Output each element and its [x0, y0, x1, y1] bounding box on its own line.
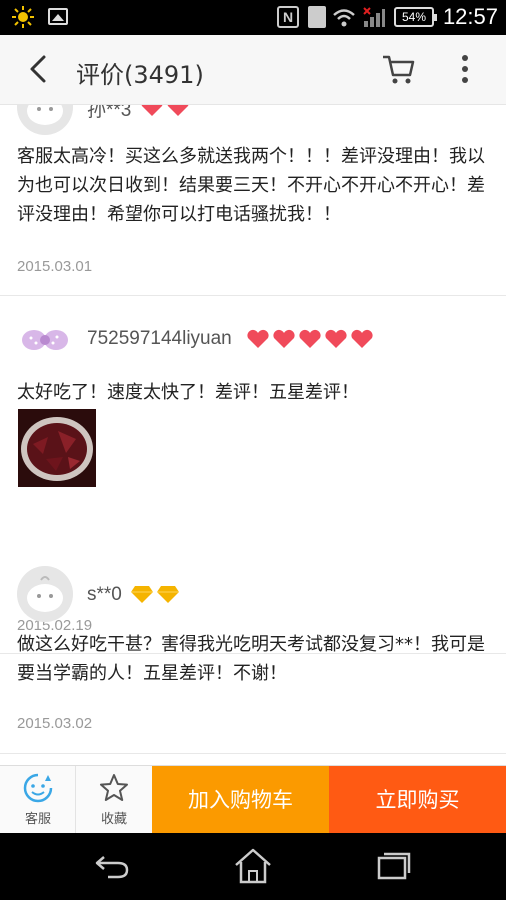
review-text: 客服太高冷！买这么多就送我两个！！！差评没理由！我以为也可以次日收到！结果要三天…	[17, 146, 485, 225]
review-text: 太好吃了！速度太快了！差评！五星差评！	[17, 382, 359, 403]
reviewer-level-badges	[130, 584, 180, 604]
add-to-cart-button[interactable]: 加入购物车	[152, 766, 329, 834]
nav-home-icon[interactable]	[232, 847, 274, 885]
brightness-icon	[12, 6, 34, 28]
divider	[0, 753, 506, 754]
divider	[0, 295, 506, 296]
status-bar: N 54% 12:57	[0, 0, 506, 35]
clock: 12:57	[442, 4, 498, 29]
star-icon	[100, 774, 128, 801]
favorite-label: 收藏	[100, 812, 127, 827]
nav-recent-apps-icon[interactable]	[374, 849, 414, 883]
avatar	[17, 566, 73, 622]
reviewer-level-badges	[140, 105, 190, 117]
heart-badge-icon	[325, 329, 347, 348]
heart-badge-icon	[141, 105, 163, 116]
review-date: 2015.03.01	[17, 258, 93, 275]
customer-service-icon	[23, 773, 53, 803]
page-title: 评价(3491)	[76, 61, 204, 89]
nfc-icon: N	[277, 6, 299, 28]
review-photo[interactable]	[18, 409, 96, 487]
sim-icon	[308, 6, 326, 28]
shopping-cart-icon[interactable]	[380, 51, 416, 87]
diamond-badge-icon	[157, 586, 179, 603]
review-date: 2015.03.02	[17, 715, 93, 732]
diamond-badge-icon	[131, 586, 153, 603]
signal-icon	[363, 7, 385, 27]
buy-now-button[interactable]: 立即购买	[329, 766, 506, 834]
reviewer-level-badges	[246, 329, 374, 349]
review-text: 做这么好吃干甚？害得我光吃明天考试都没复习**！我可是要当学霸的人！五星差评！不…	[17, 634, 485, 684]
avatar	[17, 312, 73, 368]
favorite-button[interactable]: 收藏	[76, 766, 152, 834]
more-options-icon[interactable]	[452, 51, 478, 87]
heart-badge-icon	[273, 329, 295, 348]
battery-indicator: 54%	[394, 7, 437, 27]
back-arrow-icon[interactable]	[22, 51, 58, 87]
heart-badge-icon	[299, 329, 321, 348]
wifi-icon	[333, 9, 355, 27]
app-header: 评价(3491)	[0, 35, 506, 105]
gallery-notification-icon	[48, 8, 68, 25]
reviewer-name: 孙**3	[87, 105, 132, 121]
customer-service-label: 客服	[24, 812, 51, 827]
reviewer-name: s**0	[87, 584, 122, 605]
review-list[interactable]: 孙**3 客服太高冷！买这么多就送我两个！！！差评没理由！我以为也可以次日收到！…	[0, 105, 506, 765]
reviewer-name: 752597144liyuan	[87, 328, 232, 349]
heart-badge-icon	[351, 329, 373, 348]
heart-badge-icon	[167, 105, 189, 116]
avatar	[17, 105, 73, 135]
customer-service-button[interactable]: 客服	[0, 766, 76, 834]
nav-back-icon[interactable]	[92, 849, 132, 883]
bottom-action-bar: 客服 收藏 加入购物车 立即购买	[0, 765, 506, 834]
heart-badge-icon	[247, 329, 269, 348]
system-nav-bar	[0, 833, 506, 900]
